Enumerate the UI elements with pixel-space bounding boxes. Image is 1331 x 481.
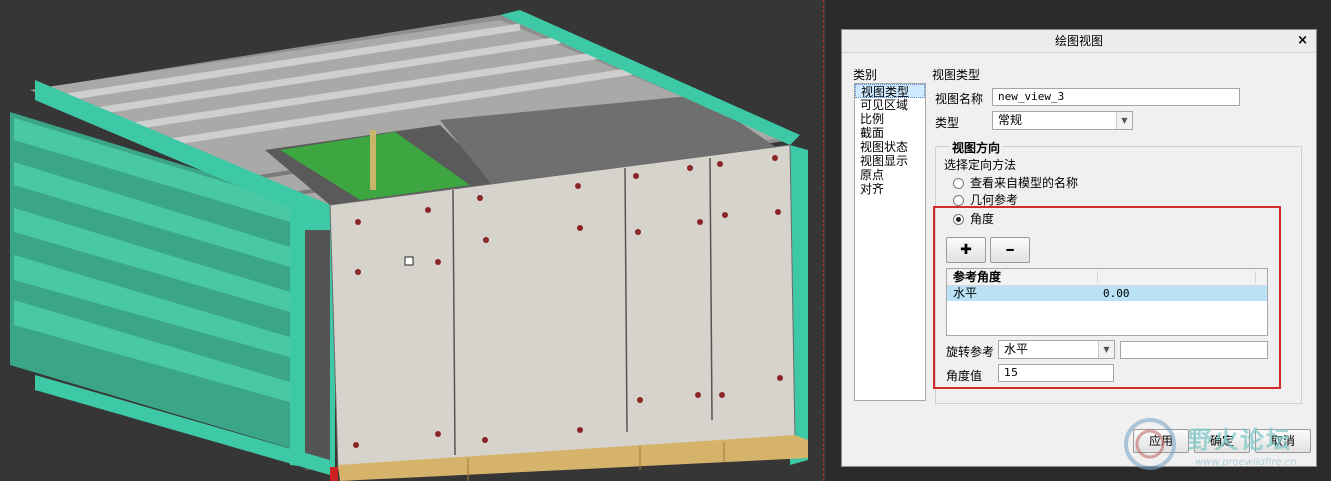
close-icon[interactable]: × (1297, 30, 1308, 52)
category-item-alignment[interactable]: 对齐 (855, 182, 925, 196)
category-item-origin[interactable]: 原点 (855, 168, 925, 182)
watermark-url: www.proewildfire.cn (1195, 457, 1297, 468)
category-item-scale[interactable]: 比例 (855, 112, 925, 126)
view-name-label: 视图名称 (935, 92, 984, 106)
radio-button[interactable] (953, 178, 964, 189)
highlight-annotation-box (933, 206, 1281, 389)
orientation-title: 视图方向 (950, 139, 1003, 156)
cad-3d-viewport[interactable] (0, 0, 826, 481)
view-name-input[interactable]: new_view_3 (992, 88, 1240, 106)
orientation-method-label: 选择定向方法 (944, 158, 1017, 172)
watermark-logo-icon (1124, 418, 1176, 470)
category-item-visible-area[interactable]: 可见区域 (855, 98, 925, 112)
watermark-text: 野火论坛 (1188, 426, 1292, 454)
category-item-section[interactable]: 截面 (855, 126, 925, 140)
forum-watermark: 野火论坛 www.proewildfire.cn (1120, 410, 1331, 481)
viewport-divider (823, 0, 824, 481)
type-label: 类型 (935, 116, 960, 130)
cad-model-enclosure (10, 10, 808, 481)
category-item-view-type[interactable]: 视图类型 (855, 84, 925, 99)
chevron-down-icon[interactable]: ▼ (1116, 112, 1132, 129)
type-select[interactable]: 常规 ▼ (992, 111, 1133, 130)
category-item-view-display[interactable]: 视图显示 (855, 154, 925, 168)
dialog-title: 绘图视图 (1054, 34, 1103, 48)
dialog-titlebar[interactable]: 绘图视图 × (842, 30, 1316, 53)
radio-button[interactable] (953, 195, 964, 206)
category-item-view-state[interactable]: 视图状态 (855, 140, 925, 154)
radio-model-names[interactable]: 查看来自模型的名称 (953, 175, 1078, 191)
section-title: 视图类型 (932, 68, 981, 82)
category-label: 类别 (853, 68, 878, 82)
type-select-value: 常规 (998, 113, 1023, 127)
category-list[interactable]: 视图类型 可见区域 比例 截面 视图状态 视图显示 原点 对齐 (854, 83, 926, 401)
